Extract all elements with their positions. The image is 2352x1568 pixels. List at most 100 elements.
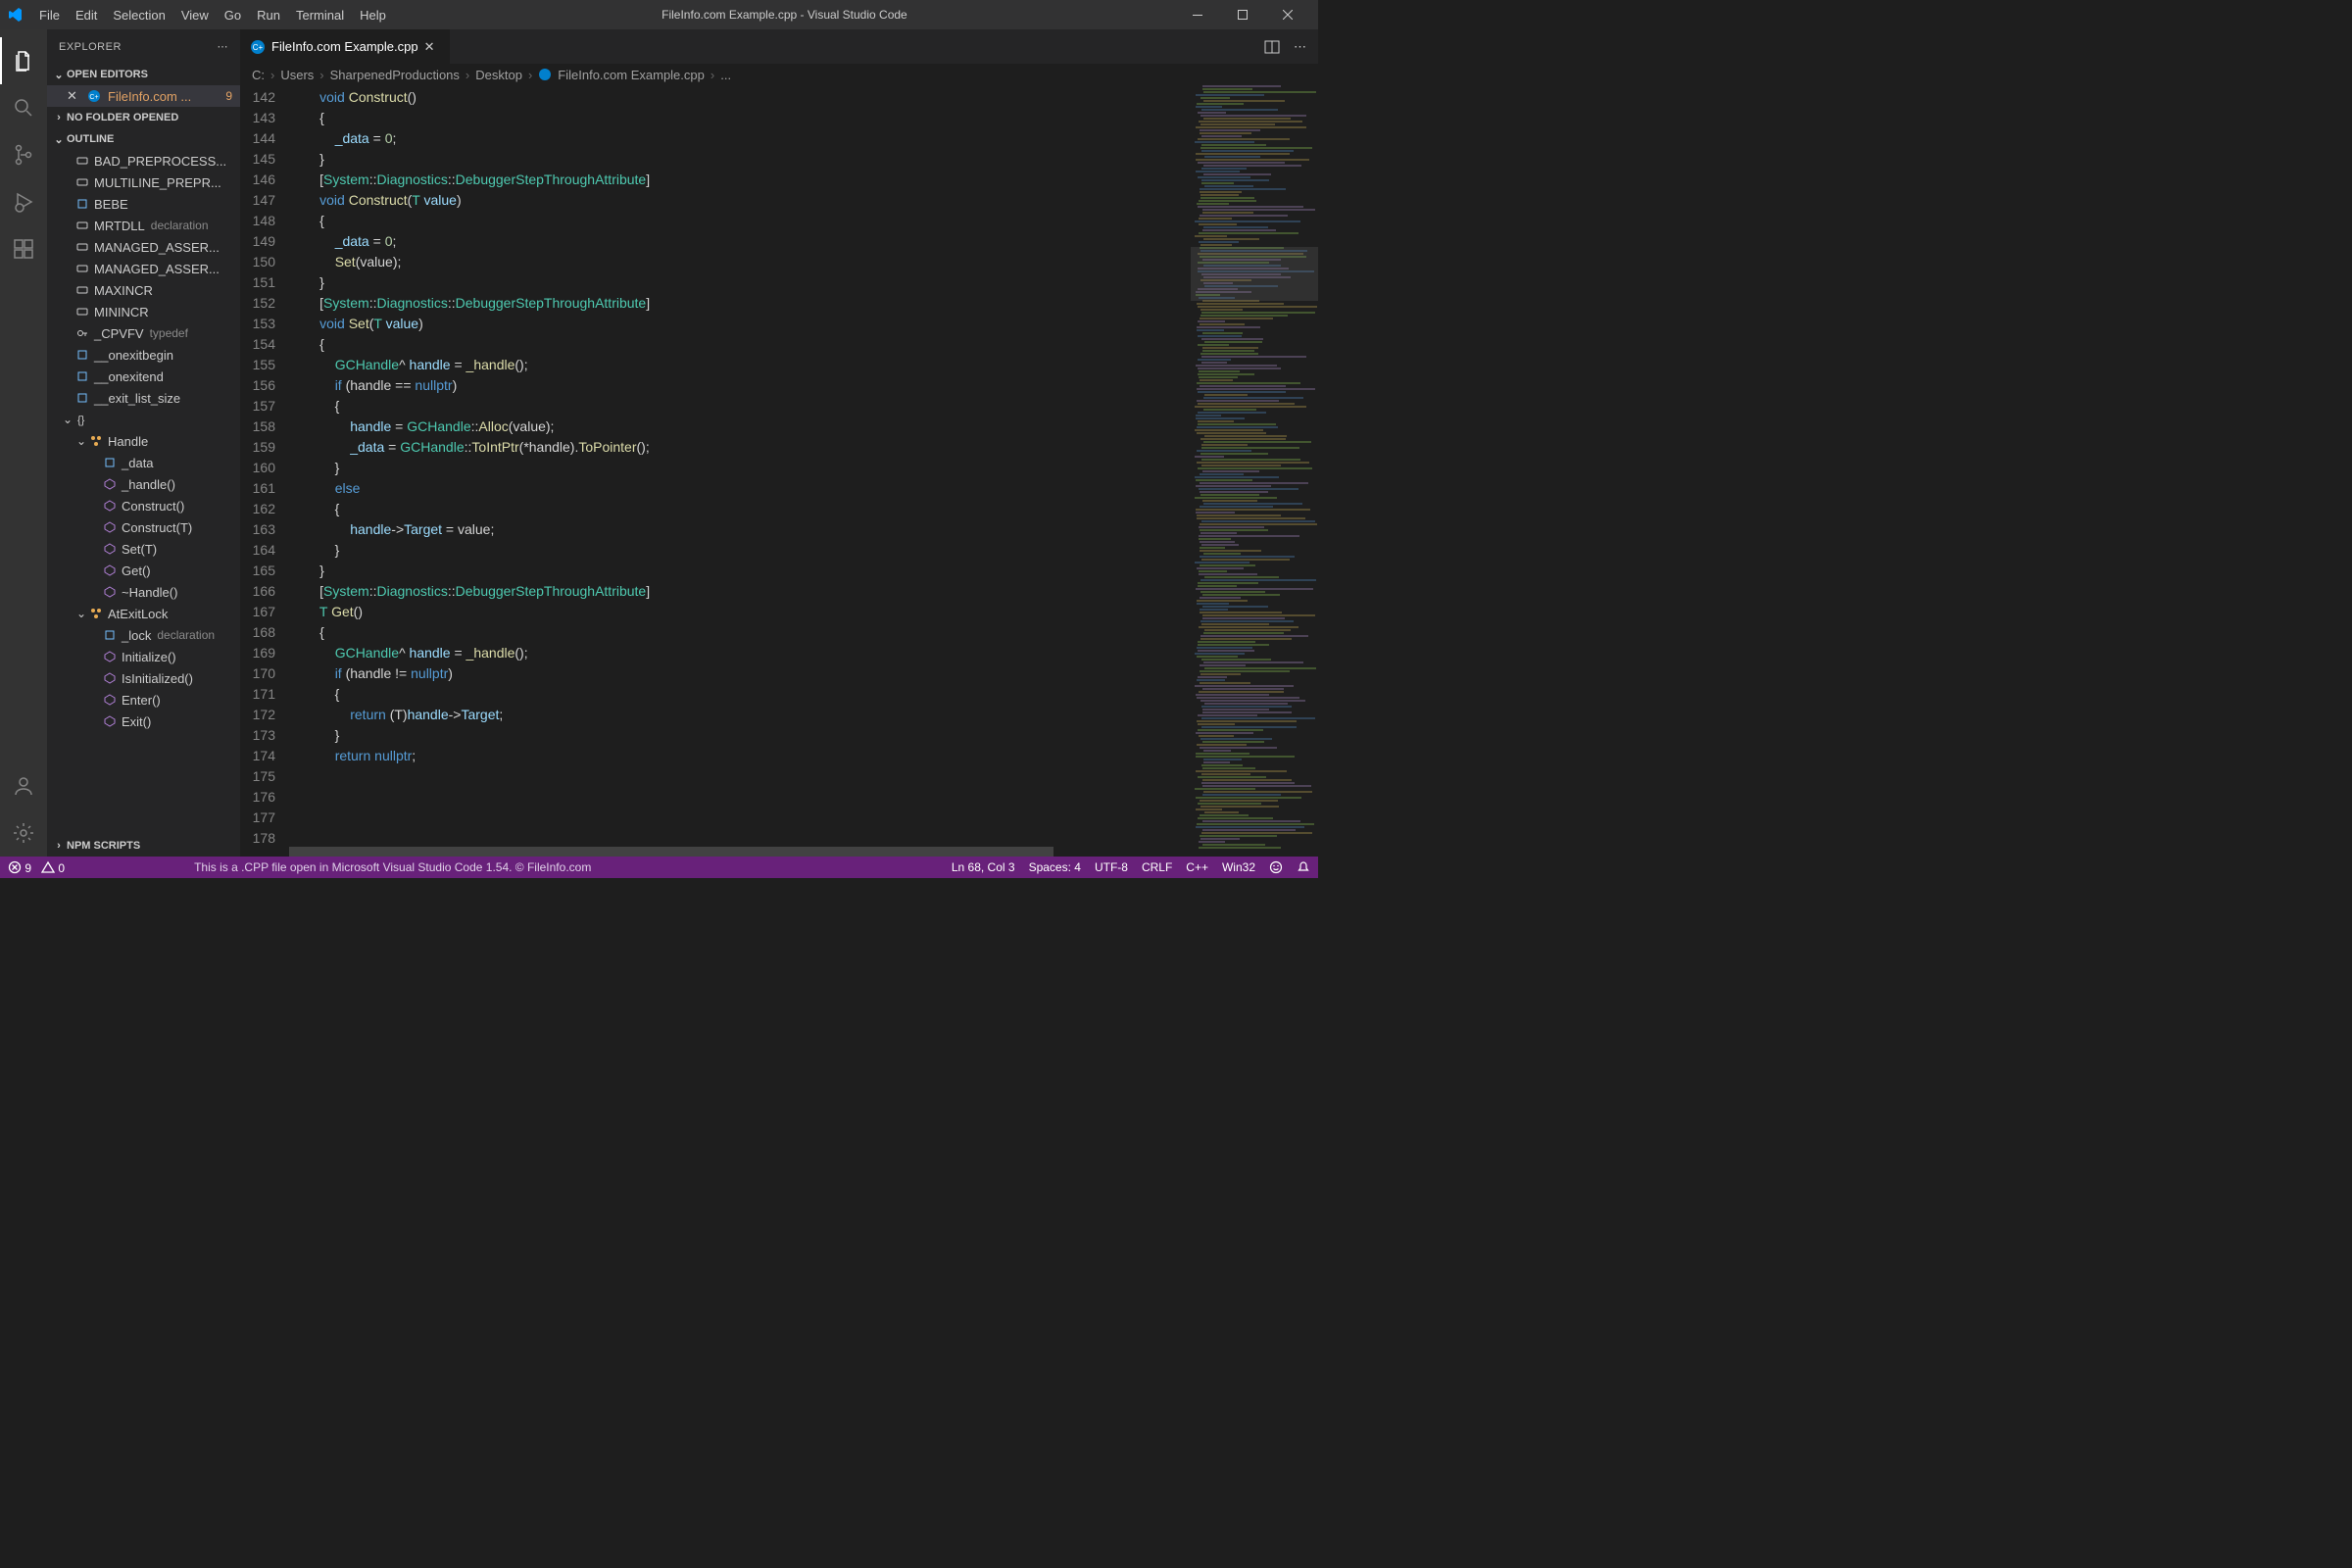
breadcrumb-item[interactable]: SharpenedProductions bbox=[330, 68, 460, 82]
outline-item[interactable]: MININCR bbox=[47, 301, 240, 322]
symbol-icon bbox=[102, 476, 118, 492]
outline-item[interactable]: MAXINCR bbox=[47, 279, 240, 301]
outline-item-label: BEBE bbox=[94, 197, 128, 212]
status-ln-col[interactable]: Ln 68, Col 3 bbox=[952, 860, 1015, 874]
tab-close-icon[interactable]: ✕ bbox=[424, 39, 440, 55]
close-button[interactable] bbox=[1265, 0, 1310, 29]
outline-item[interactable]: __exit_list_size bbox=[47, 387, 240, 409]
symbol-icon bbox=[102, 541, 118, 557]
symbol-icon bbox=[88, 433, 104, 449]
symbol-icon bbox=[74, 153, 90, 169]
outline-header[interactable]: ⌄ OUTLINE bbox=[47, 128, 240, 150]
menu-terminal[interactable]: Terminal bbox=[288, 4, 352, 26]
more-actions-icon[interactable]: ⋯ bbox=[1294, 39, 1306, 55]
tab-label: FileInfo.com Example.cpp bbox=[271, 39, 418, 54]
menu-help[interactable]: Help bbox=[352, 4, 394, 26]
notifications-icon[interactable] bbox=[1297, 860, 1310, 874]
outline-item-decl: typedef bbox=[150, 326, 188, 340]
outline-item[interactable]: IsInitialized() bbox=[47, 667, 240, 689]
symbol-icon bbox=[102, 627, 118, 643]
outline-item[interactable]: _lockdeclaration bbox=[47, 624, 240, 646]
outline-item[interactable]: _handle() bbox=[47, 473, 240, 495]
tab-active[interactable]: C+ FileInfo.com Example.cpp ✕ bbox=[240, 29, 451, 64]
explorer-icon[interactable] bbox=[0, 37, 47, 84]
open-editor-label: FileInfo.com ... bbox=[108, 89, 191, 104]
outline-item[interactable]: Enter() bbox=[47, 689, 240, 710]
menu-run[interactable]: Run bbox=[249, 4, 288, 26]
minimap-slider[interactable] bbox=[1191, 247, 1318, 301]
outline-item[interactable]: Exit() bbox=[47, 710, 240, 732]
status-errors[interactable]: 9 bbox=[8, 860, 31, 875]
outline-item[interactable]: _data bbox=[47, 452, 240, 473]
outline-item[interactable]: Set(T) bbox=[47, 538, 240, 560]
symbol-icon bbox=[102, 519, 118, 535]
status-language[interactable]: C++ bbox=[1186, 860, 1208, 874]
search-icon[interactable] bbox=[0, 84, 47, 131]
source-control-icon[interactable] bbox=[0, 131, 47, 178]
status-spaces[interactable]: Spaces: 4 bbox=[1029, 860, 1081, 874]
accounts-icon[interactable] bbox=[0, 762, 47, 809]
close-icon[interactable]: ✕ bbox=[67, 88, 82, 104]
outline-item[interactable]: ⌄Handle bbox=[47, 430, 240, 452]
status-encoding[interactable]: UTF-8 bbox=[1095, 860, 1128, 874]
chevron-icon: ⌄ bbox=[74, 607, 88, 620]
outline-item-label: Exit() bbox=[122, 714, 151, 729]
outline-item[interactable]: BAD_PREPROCESS... bbox=[47, 150, 240, 172]
outline-item[interactable]: MRTDLLdeclaration bbox=[47, 215, 240, 236]
activity-bar bbox=[0, 29, 47, 857]
open-editors-header[interactable]: ⌄ OPEN EDITORS bbox=[47, 64, 240, 85]
horizontal-scrollbar[interactable] bbox=[289, 847, 1054, 857]
symbol-icon bbox=[102, 670, 118, 686]
symbol-icon bbox=[102, 455, 118, 470]
npm-scripts-header[interactable]: › NPM SCRIPTS bbox=[47, 835, 240, 857]
menu-view[interactable]: View bbox=[173, 4, 217, 26]
menu-go[interactable]: Go bbox=[217, 4, 249, 26]
no-folder-header[interactable]: › NO FOLDER OPENED bbox=[47, 107, 240, 128]
status-warnings[interactable]: 0 bbox=[41, 860, 65, 875]
code-content[interactable]: void Construct() { _data = 0; } [System:… bbox=[289, 85, 1191, 857]
editor-body: 1421431441451461471481491501511521531541… bbox=[240, 85, 1318, 857]
outline-item[interactable]: Get() bbox=[47, 560, 240, 581]
outline-item-label: MULTILINE_PREPR... bbox=[94, 175, 221, 190]
outline-item[interactable]: ⌄AtExitLock bbox=[47, 603, 240, 624]
run-debug-icon[interactable] bbox=[0, 178, 47, 225]
outline-item[interactable]: Construct() bbox=[47, 495, 240, 516]
outline-item[interactable]: MANAGED_ASSER... bbox=[47, 258, 240, 279]
feedback-icon[interactable] bbox=[1269, 860, 1283, 874]
status-platform[interactable]: Win32 bbox=[1222, 860, 1255, 874]
outline-item[interactable]: ⌄{} bbox=[47, 409, 240, 430]
minimap[interactable] bbox=[1191, 85, 1318, 857]
outline-item[interactable]: BEBE bbox=[47, 193, 240, 215]
menu-selection[interactable]: Selection bbox=[105, 4, 172, 26]
menu-edit[interactable]: Edit bbox=[68, 4, 105, 26]
breadcrumb-item[interactable]: Desktop bbox=[475, 68, 522, 82]
chevron-right-icon: › bbox=[51, 840, 67, 852]
symbol-icon bbox=[74, 325, 90, 341]
breadcrumb-item[interactable]: FileInfo.com Example.cpp bbox=[558, 68, 705, 82]
outline-item[interactable]: __onexitbegin bbox=[47, 344, 240, 366]
breadcrumb-item[interactable]: ... bbox=[720, 68, 731, 82]
outline-item-label: MANAGED_ASSER... bbox=[94, 240, 220, 255]
settings-gear-icon[interactable] bbox=[0, 809, 47, 857]
outline-item[interactable]: MANAGED_ASSER... bbox=[47, 236, 240, 258]
outline-item[interactable]: MULTILINE_PREPR... bbox=[47, 172, 240, 193]
sidebar-more-icon[interactable]: ⋯ bbox=[218, 40, 229, 53]
outline-item-label: _data bbox=[122, 456, 154, 470]
outline-item[interactable]: Construct(T) bbox=[47, 516, 240, 538]
minimize-button[interactable] bbox=[1175, 0, 1220, 29]
menu-file[interactable]: File bbox=[31, 4, 68, 26]
breadcrumb[interactable]: C:› Users› SharpenedProductions› Desktop… bbox=[240, 64, 1318, 85]
breadcrumb-item[interactable]: Users bbox=[280, 68, 314, 82]
status-eol[interactable]: CRLF bbox=[1142, 860, 1172, 874]
outline-item[interactable]: ~Handle() bbox=[47, 581, 240, 603]
maximize-button[interactable] bbox=[1220, 0, 1265, 29]
outline-item[interactable]: _CPVFVtypedef bbox=[47, 322, 240, 344]
npm-scripts-label: NPM SCRIPTS bbox=[67, 840, 140, 852]
split-editor-icon[interactable] bbox=[1264, 39, 1280, 55]
symbol-icon: {} bbox=[74, 412, 90, 427]
outline-item[interactable]: __onexitend bbox=[47, 366, 240, 387]
breadcrumb-item[interactable]: C: bbox=[252, 68, 265, 82]
extensions-icon[interactable] bbox=[0, 225, 47, 272]
outline-item[interactable]: Initialize() bbox=[47, 646, 240, 667]
open-editor-item[interactable]: ✕ C+ FileInfo.com ... 9 bbox=[47, 85, 240, 107]
